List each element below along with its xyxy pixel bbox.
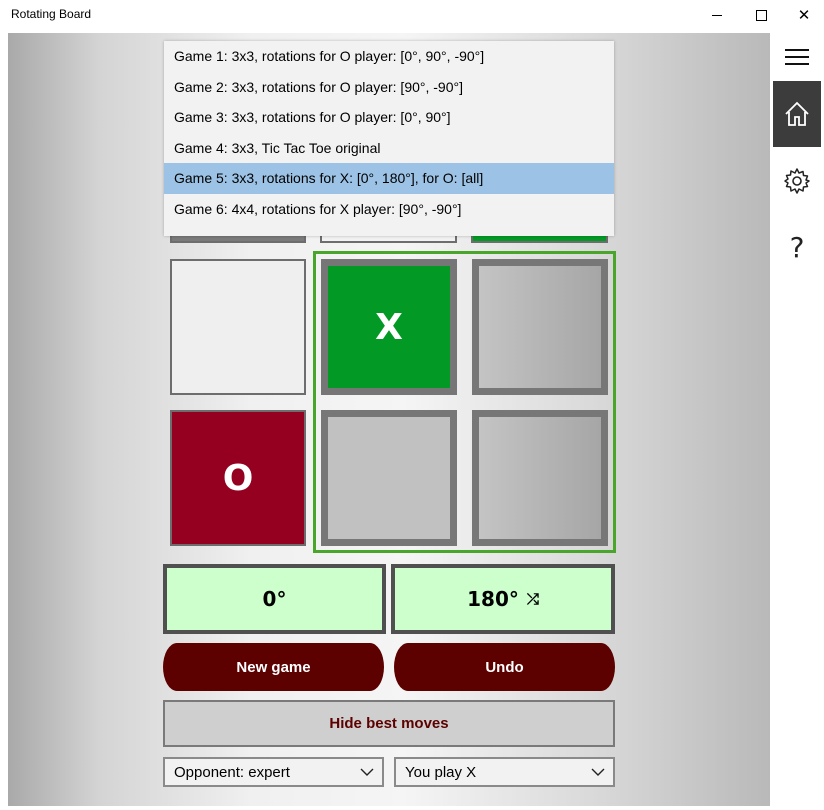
- minimize-icon: [712, 14, 722, 16]
- game-option-3[interactable]: Game 3: 3x3, rotations for O player: [0°…: [164, 102, 614, 133]
- game-option-2[interactable]: Game 2: 3x3, rotations for O player: [90…: [164, 72, 614, 103]
- board-cell-x[interactable]: X: [321, 259, 457, 395]
- app-title: Rotating Board: [11, 7, 92, 21]
- chevron-down-icon: [360, 768, 374, 776]
- question-icon: ?: [789, 230, 805, 264]
- rotate-180-label: 180°: [467, 587, 519, 611]
- board-cell-empty[interactable]: [321, 410, 457, 546]
- game-option-5[interactable]: Game 5: 3x3, rotations for X: [0°, 180°]…: [164, 163, 614, 194]
- hide-best-moves-label: Hide best moves: [329, 715, 449, 732]
- rotate-180-button[interactable]: 180° ⤮: [391, 564, 615, 634]
- undo-button[interactable]: Undo: [394, 643, 615, 691]
- settings-button[interactable]: [773, 157, 821, 205]
- maximize-icon: [755, 9, 767, 21]
- board-cell-o[interactable]: O: [170, 410, 306, 546]
- chevron-down-icon: [591, 768, 605, 776]
- gear-icon: [784, 168, 810, 194]
- x-mark: X: [375, 306, 403, 348]
- help-button[interactable]: ?: [773, 223, 821, 271]
- shuffle-icon: ⤮: [526, 590, 539, 608]
- board-cell-empty[interactable]: [472, 410, 608, 546]
- close-icon: ✕: [797, 6, 811, 24]
- rotate-0-label: 0°: [262, 587, 287, 611]
- hamburger-menu-button[interactable]: [773, 33, 821, 81]
- player-select-value: You play X: [405, 763, 477, 781]
- hamburger-icon: [785, 49, 809, 65]
- opponent-select-value: Opponent: expert: [174, 763, 290, 781]
- home-button[interactable]: [773, 81, 821, 147]
- opponent-select[interactable]: Opponent: expert: [163, 757, 384, 787]
- maximize-button[interactable]: [738, 0, 784, 30]
- hide-best-moves-button[interactable]: Hide best moves: [163, 700, 615, 747]
- game-option-4[interactable]: Game 4: 3x3, Tic Tac Toe original: [164, 133, 614, 164]
- title-bar: Rotating Board ✕: [0, 0, 824, 32]
- new-game-button[interactable]: New game: [163, 643, 384, 691]
- sidebar: ?: [770, 33, 824, 810]
- close-button[interactable]: ✕: [781, 0, 824, 30]
- board-cell-empty[interactable]: [472, 259, 608, 395]
- game-option-6[interactable]: Game 6: 4x4, rotations for X player: [90…: [164, 194, 614, 225]
- home-icon: [785, 101, 809, 126]
- undo-label: Undo: [485, 658, 524, 676]
- game-dropdown-list: Game 1: 3x3, rotations for O player: [0°…: [164, 41, 614, 236]
- minimize-button[interactable]: [694, 0, 740, 30]
- board-cell-empty[interactable]: [170, 259, 306, 395]
- new-game-label: New game: [236, 658, 311, 676]
- player-select[interactable]: You play X: [394, 757, 615, 787]
- game-option-1[interactable]: Game 1: 3x3, rotations for O player: [0°…: [164, 41, 614, 72]
- o-mark: O: [222, 457, 254, 499]
- rotate-0-button[interactable]: 0°: [163, 564, 386, 634]
